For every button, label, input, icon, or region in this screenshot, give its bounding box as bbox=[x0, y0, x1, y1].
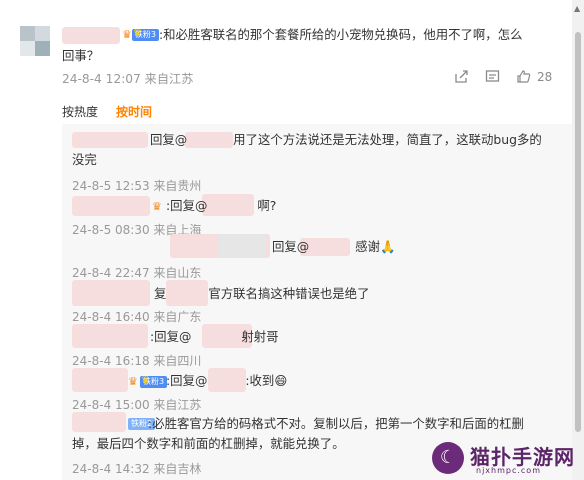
username-redacted[interactable] bbox=[72, 324, 148, 348]
fan-crown-icon: ♛ bbox=[128, 375, 138, 388]
reply-meta: 24-8-5 12:53 来自贵州 bbox=[72, 179, 202, 193]
reply-meta: 24-8-4 15:00 来自江苏 bbox=[72, 398, 202, 412]
username-redacted[interactable] bbox=[72, 368, 128, 392]
main-comment-text: ♛铁粉3:和必胜客联名的那个套餐所给的小宠物兑换码，他用不了啊，怎么 回事？ bbox=[62, 25, 552, 66]
reply-text: :回复@:收到😄 bbox=[166, 373, 288, 388]
watermark: ☾ 猫扑手游网 njxhmpc.com bbox=[430, 440, 580, 480]
avatar[interactable] bbox=[20, 26, 50, 56]
laugh-emoji-icon: 😄 bbox=[274, 373, 288, 388]
watermark-url: njxhmpc.com bbox=[476, 466, 541, 475]
reply-list: 回复@ 用了这个方法说还是无法处理，简直了，这联动bug多的 没完 24-8-5 … bbox=[62, 124, 574, 480]
username-redacted[interactable] bbox=[72, 132, 148, 148]
reply-meta: 24-8-4 14:32 来自吉林 bbox=[72, 462, 202, 476]
username-redacted[interactable] bbox=[72, 412, 126, 432]
like-count: 28 bbox=[537, 70, 553, 84]
reply-text: 回复@ 感谢🙏 bbox=[272, 239, 396, 254]
cat-logo-icon: ☾ bbox=[432, 442, 464, 474]
username-redacted[interactable] bbox=[72, 196, 150, 216]
reply-text: :回复@ 啊? bbox=[166, 198, 277, 213]
reply-text: 复官方联名搞这种错误也是绝了 bbox=[154, 286, 370, 301]
reply-meta: 24-8-4 16:18 来自四川 bbox=[72, 354, 202, 368]
scroll-up-arrow-icon[interactable]: ▲ bbox=[574, 4, 580, 13]
share-icon[interactable] bbox=[454, 69, 469, 88]
scrollbar-thumb[interactable] bbox=[575, 32, 581, 432]
reply-text: :回复@ 射射哥 bbox=[150, 329, 279, 344]
fan-badge: 铁粉3 bbox=[140, 375, 168, 388]
comment-icon[interactable] bbox=[485, 69, 500, 88]
fan-crown-icon: ♛ bbox=[122, 27, 132, 41]
tab-sort-by-popularity[interactable]: 按热度 bbox=[62, 103, 98, 120]
reply-meta: 24-8-4 22:47 来自山东 bbox=[72, 266, 202, 280]
like-icon[interactable] bbox=[516, 69, 531, 88]
username-redacted[interactable] bbox=[218, 234, 266, 258]
fan-badge: 铁粉3 bbox=[131, 28, 159, 41]
reply-text: :必胜客官方给的码格式不对。复制以后，把第一个数字和后面的杠删 bbox=[148, 416, 524, 431]
reply-text: 回复@ 用了这个方法说还是无法处理，简直了，这联动bug多的 bbox=[150, 132, 542, 147]
comment-meta: 24-8-4 12:07 来自江苏 bbox=[62, 72, 194, 86]
reply-meta: 24-8-4 16:40 来自广东 bbox=[72, 310, 202, 324]
fan-crown-icon: ♛ bbox=[152, 200, 162, 213]
username-redacted[interactable] bbox=[72, 280, 150, 306]
reply-text-continued: 没完 bbox=[72, 152, 97, 167]
pray-emoji-icon: 🙏 bbox=[379, 239, 396, 254]
scrollbar[interactable]: ▲ bbox=[572, 0, 584, 480]
tab-sort-by-time[interactable]: 按时间 bbox=[116, 103, 152, 120]
reply-text-continued: 掉，最后四个数字和前面的杠删掉，就能兑换了。 bbox=[72, 436, 345, 451]
